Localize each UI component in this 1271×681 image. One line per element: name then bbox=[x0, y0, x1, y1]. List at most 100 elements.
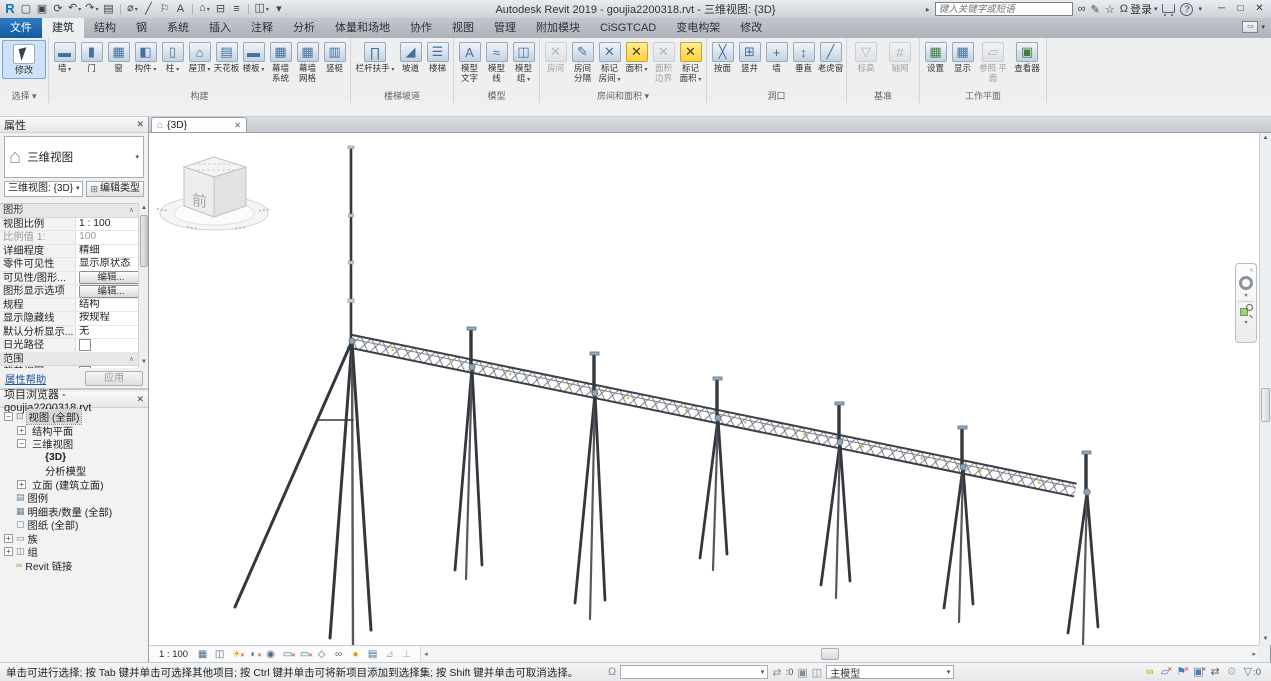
ribbon-button[interactable]: ▥竖梃 bbox=[321, 40, 348, 74]
save-icon[interactable]: ▣ bbox=[36, 2, 48, 16]
properties-close-icon[interactable]: ✕ bbox=[136, 119, 144, 130]
help-dropdown-icon[interactable]: ▾ bbox=[1198, 5, 1202, 13]
tree-item[interactable]: ◫ 组 bbox=[0, 545, 148, 559]
ribbon-button[interactable]: ✕面积 边界 bbox=[650, 40, 677, 83]
design-options-icon[interactable]: ▣ bbox=[797, 666, 807, 679]
ribbon-tab[interactable]: 文件 bbox=[0, 18, 42, 38]
ribbon-tab[interactable]: 管理 bbox=[484, 18, 526, 38]
view-scale-button[interactable]: 1 : 100 bbox=[155, 649, 192, 660]
reveal-constraints-icon[interactable]: ⊥ bbox=[399, 648, 414, 661]
redo-icon[interactable]: ↷ bbox=[85, 1, 98, 17]
ribbon-tab[interactable]: 钢 bbox=[126, 18, 157, 38]
shadows-off-icon[interactable]: ◐ bbox=[246, 648, 261, 661]
detail-level-icon[interactable]: ▦ bbox=[195, 648, 210, 661]
view-selector-combo[interactable]: 三维视图: {3D}▾ bbox=[4, 181, 83, 197]
property-row[interactable]: 视图比例 1 : 100 bbox=[0, 218, 138, 232]
tree-expander-icon[interactable] bbox=[17, 439, 26, 448]
property-row[interactable]: 默认分析显示... 无 bbox=[0, 326, 138, 340]
type-selector[interactable]: ⌂ 三维视图 ▾ bbox=[4, 136, 144, 178]
print-icon[interactable]: ▤ bbox=[102, 2, 114, 16]
selection-filter[interactable]: ▽ :0 bbox=[1244, 666, 1261, 679]
minimize-button[interactable]: ─ bbox=[1213, 2, 1230, 16]
tree-item[interactable]: 分析模型 bbox=[0, 464, 148, 478]
tree-item[interactable]: ▭ 族 bbox=[0, 532, 148, 546]
help-icon[interactable]: ? bbox=[1180, 3, 1193, 16]
default-3d-view-icon[interactable]: ⌂ bbox=[198, 1, 210, 17]
ribbon-button[interactable]: A模型 文字 bbox=[456, 40, 483, 83]
property-row[interactable]: 零件可见性 显示原状态 bbox=[0, 258, 138, 272]
active-design-option-combo[interactable]: 主模型▾ bbox=[826, 665, 954, 679]
tree-expander-icon[interactable] bbox=[17, 480, 26, 489]
hide-analytical-model-icon[interactable]: ⊿ bbox=[382, 648, 397, 661]
property-row[interactable]: 范围 bbox=[0, 353, 138, 367]
temporary-hide-isolate-icon[interactable]: ∞ bbox=[331, 648, 346, 661]
view-tab-3d[interactable]: ⌂ {3D} ✕ bbox=[151, 117, 247, 132]
ribbon-button[interactable]: ▦幕墙 系统 bbox=[267, 40, 294, 83]
zoom-dropdown-icon[interactable]: ▾ bbox=[1244, 319, 1247, 326]
ribbon-button[interactable]: ▬墙 bbox=[51, 40, 78, 76]
tree-expander-icon[interactable] bbox=[4, 412, 13, 421]
modify-button[interactable]: 修改 bbox=[2, 40, 46, 79]
ribbon-button[interactable]: #轴网 bbox=[883, 40, 917, 74]
unlocked-3d-view-icon[interactable]: ◇ bbox=[314, 648, 329, 661]
ribbon-button[interactable]: ▦显示 bbox=[949, 40, 976, 74]
ribbon-button[interactable]: ▤天花板 bbox=[213, 40, 240, 74]
select-links-icon[interactable]: ∞ bbox=[1146, 666, 1154, 679]
ribbon-button[interactable]: ▮门 bbox=[78, 40, 105, 74]
tree-item[interactable]: 结构平面 bbox=[0, 424, 148, 438]
switch-windows-icon[interactable]: ◫ bbox=[254, 1, 268, 17]
select-elements-by-face-icon[interactable]: ▣ bbox=[1193, 666, 1203, 679]
property-row[interactable]: 显示隐藏线 按规程 bbox=[0, 312, 138, 326]
hscroll-right-icon[interactable]: ▸ bbox=[1249, 650, 1259, 658]
scroll-down-icon[interactable]: ▼ bbox=[139, 357, 149, 368]
thin-lines-icon[interactable]: ≡ bbox=[230, 2, 242, 16]
ribbon-tab[interactable]: 变电构架 bbox=[666, 18, 730, 38]
measure-icon[interactable]: ⌀ bbox=[126, 1, 138, 17]
property-row[interactable]: 图形显示选项 编辑... bbox=[0, 285, 138, 299]
ribbon-button[interactable]: ✕面积 bbox=[623, 40, 650, 76]
temporary-view-properties-icon[interactable]: ▤ bbox=[365, 648, 380, 661]
drag-elements-on-selection-icon[interactable]: ⇄ bbox=[1211, 666, 1220, 679]
edit-type-button[interactable]: ⊞编辑类型 bbox=[86, 181, 144, 197]
ribbon-tab[interactable]: 分析 bbox=[283, 18, 325, 38]
tree-item[interactable]: 立面 (建筑立面) bbox=[0, 478, 148, 492]
property-row[interactable]: 详细程度 精细 bbox=[0, 245, 138, 259]
property-row[interactable]: 图形 bbox=[0, 204, 138, 218]
sync-with-central-icon[interactable]: ⟳ bbox=[52, 2, 64, 16]
search-icon[interactable]: ∞ bbox=[1078, 3, 1086, 15]
tree-item[interactable]: ∞ Revit 链接 bbox=[0, 559, 148, 573]
worksets-combo[interactable]: ▾ bbox=[620, 665, 768, 679]
ribbon-group-label[interactable]: 选择 ▾ bbox=[2, 90, 46, 103]
tree-item[interactable]: {3D} bbox=[0, 451, 148, 465]
close-button[interactable]: ✕ bbox=[1251, 2, 1268, 16]
horizontal-scrollbar[interactable] bbox=[431, 646, 1250, 662]
ribbon-button[interactable]: ↕垂直 bbox=[790, 40, 817, 74]
ribbon-tab[interactable]: 建筑 bbox=[42, 18, 84, 38]
undo-icon[interactable]: ↶ bbox=[68, 1, 81, 17]
properties-help-link[interactable]: 属性帮助 bbox=[5, 371, 46, 386]
crop-view-off-icon[interactable]: ▭ bbox=[280, 648, 295, 661]
sign-in-button[interactable]: Ω登录▾ bbox=[1120, 1, 1158, 17]
favorites-star-icon[interactable]: ☆ bbox=[1105, 3, 1115, 16]
property-row[interactable]: 比例值 1: 100 bbox=[0, 231, 138, 245]
tree-item[interactable]: ▦ 明细表/数量 (全部) bbox=[0, 505, 148, 519]
scroll-up-icon[interactable]: ▲ bbox=[139, 203, 149, 214]
design-options-edit-icon[interactable]: ◫ bbox=[812, 666, 822, 679]
editing-requests-icon[interactable]: ⇄ bbox=[772, 666, 781, 679]
property-row[interactable]: 日光路径 bbox=[0, 339, 138, 353]
customize-qat-icon[interactable]: ▾ bbox=[273, 2, 285, 16]
ribbon-button[interactable]: ∏栏杆扶手 bbox=[353, 40, 397, 76]
text-icon[interactable]: A bbox=[174, 2, 186, 16]
ribbon-tab[interactable]: 注释 bbox=[241, 18, 283, 38]
ribbon-button[interactable]: ✕标记 房间 bbox=[596, 40, 623, 85]
project-browser-close-icon[interactable]: ✕ bbox=[136, 394, 144, 405]
ribbon-tab[interactable]: 视图 bbox=[442, 18, 484, 38]
revit-logo-icon[interactable]: R bbox=[4, 2, 16, 16]
separator[interactable]: | bbox=[190, 2, 194, 16]
ribbon-tab[interactable]: 系统 bbox=[157, 18, 199, 38]
app-store-cart-icon[interactable] bbox=[1162, 4, 1175, 13]
open-icon[interactable]: ▢ bbox=[20, 2, 32, 16]
ribbon-tab[interactable]: 结构 bbox=[84, 18, 126, 38]
sun-path-off-icon[interactable]: ☀ bbox=[229, 648, 244, 661]
ribbon-button[interactable]: ✕房间 bbox=[542, 40, 569, 74]
